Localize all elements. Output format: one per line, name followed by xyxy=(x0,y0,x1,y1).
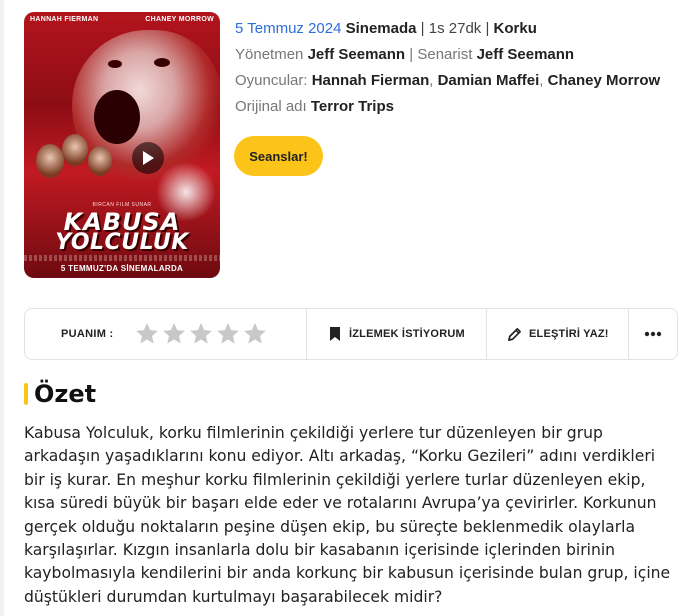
page-edge xyxy=(0,0,4,616)
separator: | xyxy=(409,46,414,63)
action-bar: PUANIM : İZLEMEK İSTİYORUM ELEŞTİRİ YAZ! xyxy=(24,308,678,360)
summary-text: Kabusa Yolculuk, korku filmlerinin çekil… xyxy=(24,424,671,606)
summary-heading: Özet xyxy=(24,380,96,408)
release-status: Sinemada xyxy=(345,20,417,37)
rating-stars xyxy=(134,321,268,347)
review-label: ELEŞTİRİ YAZ! xyxy=(529,328,609,340)
cast-link[interactable]: Chaney Morrow xyxy=(548,72,661,89)
info-row-crew: Yönetmen Jeff Seemann | Senarist Jeff Se… xyxy=(235,42,680,68)
star-icon[interactable] xyxy=(161,321,187,347)
star-icon[interactable] xyxy=(188,321,214,347)
rating-label: PUANIM : xyxy=(61,328,114,340)
poster-release-line: 5 TEMMUZ'DA SİNEMALARDA xyxy=(60,264,184,273)
director-label: Yönetmen xyxy=(235,46,304,63)
poster-people-art xyxy=(32,132,122,212)
duration: 1s 27dk xyxy=(428,20,482,37)
poster-billing-block xyxy=(24,255,220,261)
summary-title: Özet xyxy=(34,380,97,408)
genre-link[interactable]: Korku xyxy=(494,20,537,37)
poster-cast-left: HANNAH FIERMAN xyxy=(30,16,99,23)
poster-cast-right: CHANEY MORROW xyxy=(145,16,214,23)
poster-cast-top: HANNAH FIERMAN CHANEY MORROW xyxy=(24,16,220,23)
info-row-cast: Oyuncular: Hannah Fierman, Damian Maffei… xyxy=(235,72,661,89)
writer-link[interactable]: Jeff Seemann xyxy=(477,46,575,63)
write-review-button[interactable]: ELEŞTİRİ YAZ! xyxy=(487,309,629,359)
more-dots-icon xyxy=(644,331,662,337)
sessions-button[interactable]: Seanslar! xyxy=(234,136,323,176)
original-title-label: Orijinal adı xyxy=(235,98,307,115)
rating-section: PUANIM : xyxy=(25,309,307,359)
star-icon[interactable] xyxy=(242,321,268,347)
accent-bar xyxy=(24,383,28,405)
movie-poster[interactable]: HANNAH FIERMAN CHANEY MORROW BIRCAN FILM… xyxy=(24,12,220,278)
director-link[interactable]: Jeff Seemann xyxy=(308,46,406,63)
info-row-original-title: Orijinal adı Terror Trips xyxy=(235,94,680,120)
info-row-release: 5 Temmuz 2024 Sinemada | 1s 27dk | Korku xyxy=(235,16,680,42)
watchlist-button[interactable]: İZLEMEK İSTİYORUM xyxy=(307,309,487,359)
cast-label: Oyuncular: xyxy=(235,72,308,89)
poster-eye-art xyxy=(108,60,122,68)
more-options-button[interactable] xyxy=(629,309,677,359)
writer-label: Senarist xyxy=(417,46,473,63)
separator: | xyxy=(485,20,490,37)
cast-link[interactable]: Damian Maffei xyxy=(438,72,540,89)
poster-title-line2: YOLCULUK xyxy=(55,230,189,255)
star-icon[interactable] xyxy=(215,321,241,347)
bookmark-icon xyxy=(330,327,340,341)
cast-link[interactable]: Hannah Fierman xyxy=(312,72,430,89)
release-date-link[interactable]: 5 Temmuz 2024 xyxy=(235,20,341,37)
watchlist-label: İZLEMEK İSTİYORUM xyxy=(349,328,465,340)
poster-eye-art xyxy=(154,58,170,67)
pencil-icon xyxy=(508,327,521,341)
movie-info: 5 Temmuz 2024 Sinemada | 1s 27dk | Korku… xyxy=(235,16,680,120)
play-icon xyxy=(143,151,154,165)
trailer-play-button[interactable] xyxy=(132,142,164,174)
separator: | xyxy=(420,20,425,37)
star-icon[interactable] xyxy=(134,321,160,347)
original-title: Terror Trips xyxy=(310,98,394,115)
